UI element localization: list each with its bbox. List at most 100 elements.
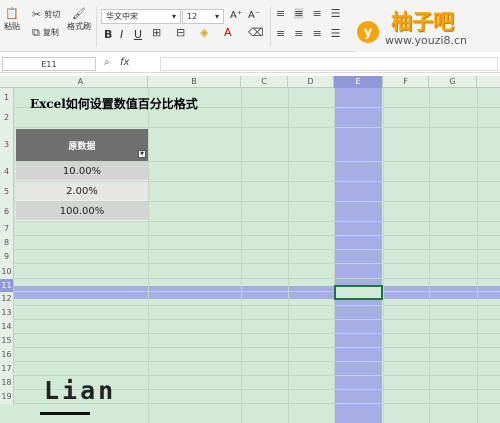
merge-icon: ⊟ — [176, 26, 186, 39]
column-header-f[interactable]: F — [383, 76, 429, 88]
selected-column-e — [334, 88, 382, 423]
row-header-13[interactable]: 13 — [0, 306, 14, 320]
watermark-signature: Lian — [44, 376, 117, 405]
column-header-bar: ABCDEFG — [0, 76, 500, 88]
data-cell[interactable]: 2.00% — [16, 182, 148, 201]
copy-icon: ⧉ — [32, 26, 40, 39]
format-painter-button[interactable]: 🖌 格式刷 — [67, 8, 91, 32]
column-header-c[interactable]: C — [241, 76, 288, 88]
align-center-icon[interactable]: ≡ — [294, 28, 303, 39]
vertical-align-group: ≡ ≡ ≡ ☰ — [276, 8, 341, 19]
row-header-3[interactable]: 3 — [0, 128, 14, 162]
grow-font-button[interactable]: A⁺ — [230, 10, 242, 21]
row-header-17[interactable]: 17 — [0, 362, 14, 376]
row-header-2[interactable]: 2 — [0, 108, 14, 128]
site-logo: y 柚子吧 www.youzi8.cn — [355, 0, 500, 52]
eraser-icon: ⌫ — [248, 26, 264, 39]
row-header-19[interactable]: 19 — [0, 390, 14, 404]
gridline-horizontal — [14, 249, 500, 250]
shrink-font-button[interactable]: A⁻ — [248, 10, 260, 21]
gridline-horizontal — [14, 319, 500, 320]
row-header-18[interactable]: 18 — [0, 376, 14, 390]
worksheet-grid[interactable]: ABCDEFG 1 2 3 4 5 6 7 8 9 10 11 12 13 14 15 16 17 18 19 Ex… — [0, 76, 500, 423]
merge-button[interactable]: ⊟ — [176, 27, 185, 38]
horizontal-align-group: ≡ ≡ ≡ ☰ — [276, 28, 341, 39]
filter-dropdown-icon[interactable]: ▼ — [138, 150, 146, 158]
row-header-15[interactable]: 15 — [0, 334, 14, 348]
data-cell[interactable]: 10.00% — [16, 162, 148, 181]
gridline-horizontal — [14, 235, 500, 236]
justify-icon[interactable]: ☰ — [331, 28, 341, 39]
row-header-8[interactable]: 8 — [0, 236, 14, 250]
column-header-g[interactable]: G — [429, 76, 477, 88]
font-name-select[interactable]: 华文中宋 ▾ — [101, 9, 181, 24]
sheet-title: Excel如何设置数值百分比格式 — [30, 97, 198, 111]
column-header-b[interactable]: B — [148, 76, 241, 88]
align-bottom-icon[interactable]: ≡ — [312, 8, 321, 19]
table-header: 原数据 ▼ — [16, 129, 148, 161]
logo-badge-icon: y — [357, 21, 379, 43]
data-cell[interactable]: 100.00% — [16, 202, 148, 221]
gridline-horizontal — [14, 305, 500, 306]
fill-color-button[interactable]: ◈ — [200, 27, 208, 38]
row-header-1[interactable]: 1 — [0, 88, 14, 108]
row-header-9[interactable]: 9 — [0, 250, 14, 264]
gridline-horizontal — [14, 347, 500, 348]
formula-bar: E11 ⌕ fx — [0, 55, 500, 73]
watermark-underline — [40, 412, 90, 415]
indent-icon[interactable]: ☰ — [331, 8, 341, 19]
row-header-10[interactable]: 10 — [0, 264, 14, 279]
gridline-horizontal — [14, 278, 500, 279]
column-header-a[interactable]: A — [14, 76, 148, 88]
column-header-d[interactable]: D — [288, 76, 334, 88]
row-header-6[interactable]: 6 — [0, 202, 14, 222]
zoom-icon[interactable]: ⌕ — [104, 57, 110, 68]
name-box[interactable]: E11 — [2, 57, 96, 71]
logo-url: www.youzi8.cn — [385, 34, 468, 47]
scissors-icon: ✂ — [32, 8, 42, 21]
gridline-vertical — [429, 88, 430, 423]
gridline-vertical — [477, 88, 478, 423]
italic-button[interactable]: I — [120, 28, 123, 41]
gridline-horizontal — [14, 333, 500, 334]
copy-button[interactable]: ⧉ 复制 — [32, 27, 59, 38]
chevron-down-icon: ▾ — [171, 12, 176, 21]
row-header-5[interactable]: 5 — [0, 182, 14, 202]
gridline-vertical — [383, 88, 384, 423]
row-header-14[interactable]: 14 — [0, 320, 14, 334]
gridline-horizontal — [14, 291, 500, 292]
bold-button[interactable]: B — [104, 28, 112, 41]
fx-icon[interactable]: fx — [120, 57, 129, 68]
ribbon-toolbar: 📋 粘贴 ✂ 剪切 ⧉ 复制 🖌 格式刷 华文中宋 ▾ 12 ▾ A⁺ A⁻ B… — [0, 0, 500, 52]
font-size-select[interactable]: 12 ▾ — [182, 9, 224, 24]
cut-button[interactable]: ✂ 剪切 — [32, 9, 60, 20]
divider — [270, 6, 271, 46]
formula-input[interactable] — [160, 57, 498, 71]
font-color-button[interactable]: A — [224, 27, 232, 38]
border-icon: ⊞ — [152, 26, 162, 39]
paint-bucket-icon: ◈ — [200, 26, 209, 39]
underline-button[interactable]: U — [134, 28, 142, 41]
active-cell-e11[interactable] — [334, 285, 383, 300]
gridline-horizontal — [14, 263, 500, 264]
clear-format-button[interactable]: ⌫ — [248, 27, 264, 38]
row-header-11[interactable]: 11 — [0, 279, 14, 292]
align-top-icon[interactable]: ≡ — [276, 8, 285, 19]
row-header-12[interactable]: 12 — [0, 292, 14, 306]
logo-title: 柚子吧 — [391, 10, 454, 34]
row-header-16[interactable]: 16 — [0, 348, 14, 362]
font-color-icon: A — [224, 26, 232, 39]
row-header-7[interactable]: 7 — [0, 222, 14, 236]
selected-row-11 — [0, 286, 500, 299]
chevron-down-icon: ▾ — [214, 12, 219, 21]
column-header-e[interactable]: E — [334, 76, 383, 88]
row-header-4[interactable]: 4 — [0, 162, 14, 182]
divider — [96, 6, 97, 46]
paste-button[interactable]: 📋 粘贴 — [4, 8, 20, 32]
gridline-horizontal — [14, 127, 500, 128]
align-right-icon[interactable]: ≡ — [312, 28, 321, 39]
align-middle-icon[interactable]: ≡ — [294, 8, 304, 19]
border-button[interactable]: ⊞ — [152, 27, 161, 38]
align-left-icon[interactable]: ≡ — [276, 28, 285, 39]
gridline-vertical — [334, 88, 335, 423]
